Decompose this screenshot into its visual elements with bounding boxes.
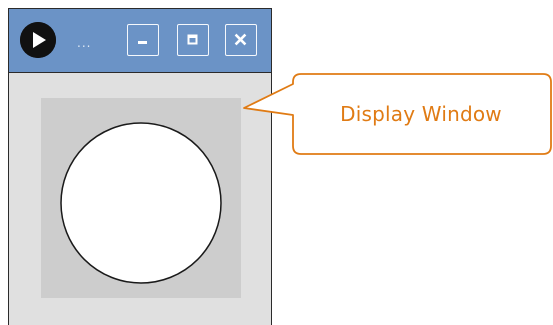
stage: ... Display Window [0, 0, 553, 325]
circle-shape [60, 122, 222, 284]
maximize-button[interactable] [177, 24, 209, 56]
window-title: ... [77, 36, 92, 50]
display-window: ... [8, 8, 272, 325]
play-icon [20, 22, 56, 58]
maximize-icon [187, 34, 198, 45]
title-bar[interactable]: ... [9, 9, 271, 73]
close-button[interactable] [225, 24, 257, 56]
close-icon [234, 33, 247, 46]
minimize-icon [138, 41, 147, 44]
drawing-canvas[interactable] [41, 98, 241, 298]
minimize-button[interactable] [127, 24, 159, 56]
callout-label: Display Window [340, 102, 502, 126]
